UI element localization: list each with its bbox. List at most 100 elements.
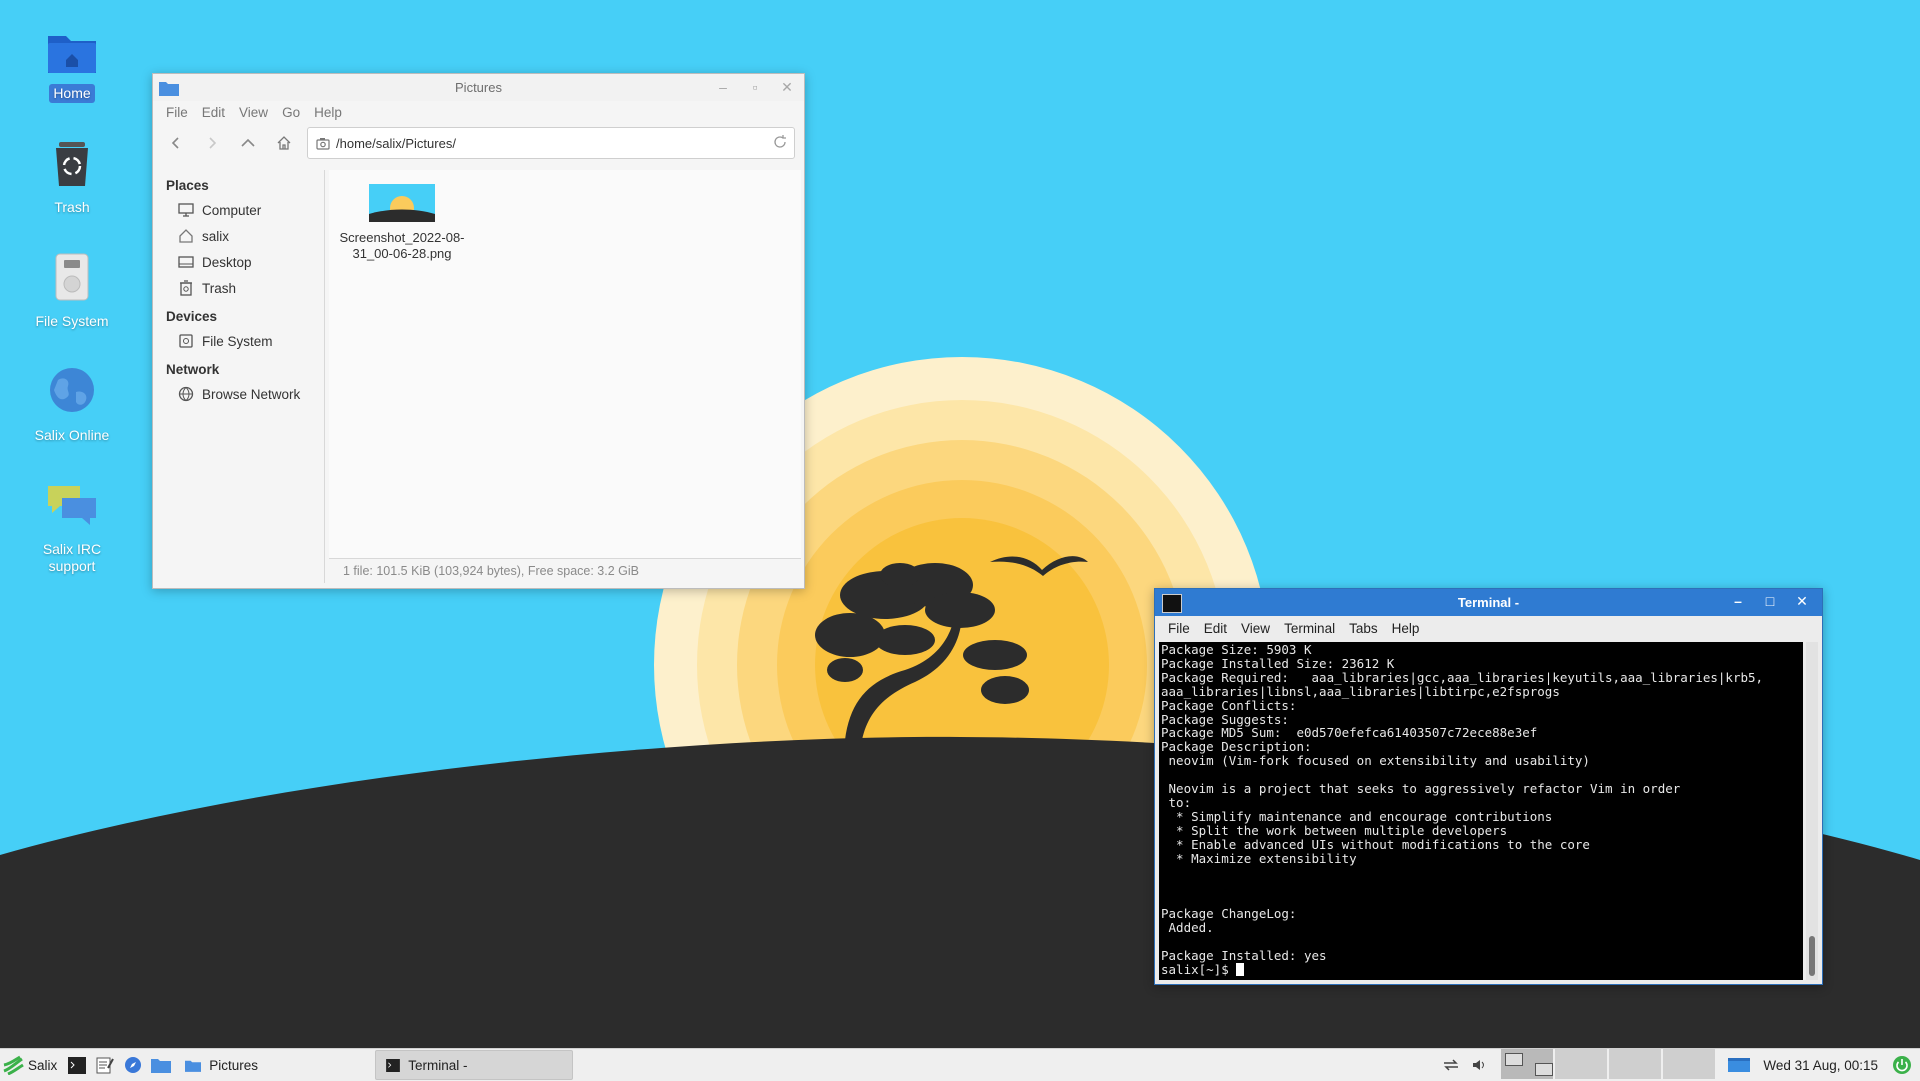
terminal-prompt: salix[~]$: [1161, 961, 1237, 977]
file-item[interactable]: Screenshot_2022-08- 31_00-06-28.png: [337, 184, 467, 262]
file-manager-window[interactable]: Pictures – ▫ ✕ File Edit View Go Help /h…: [152, 73, 805, 589]
minimize-button[interactable]: –: [714, 79, 732, 96]
desktop-icon-file-system[interactable]: File System: [17, 252, 127, 331]
image-thumbnail-icon: [369, 184, 435, 222]
network-header: Network: [166, 362, 220, 377]
task-pictures[interactable]: Pictures: [175, 1051, 375, 1079]
file-manager-titlebar[interactable]: Pictures – ▫ ✕: [153, 74, 804, 101]
start-menu-button[interactable]: Salix: [0, 1049, 63, 1081]
close-button[interactable]: ✕: [1792, 593, 1812, 610]
sidebar-item-label: Trash: [202, 280, 237, 296]
sidebar-item-label: File System: [202, 333, 273, 349]
menu-file[interactable]: File: [1161, 621, 1197, 636]
sidebar-item-label: salix: [202, 228, 230, 244]
clock[interactable]: Wed 31 Aug, 00:15: [1763, 1058, 1878, 1073]
camera-icon: [316, 137, 330, 150]
network-arrows-icon: [1444, 1059, 1459, 1071]
workspace-1[interactable]: [1501, 1049, 1554, 1079]
back-button[interactable]: [161, 128, 191, 158]
file-manager-toolbar: /home/salix/Pictures/: [153, 123, 804, 163]
terminal-menubar: File Edit View Terminal Tabs Help: [1155, 616, 1822, 640]
sidebar-item-label: Computer: [202, 202, 262, 218]
maximize-button[interactable]: □: [1760, 593, 1780, 610]
desktop-icon-label: File System: [35, 313, 109, 329]
file-view[interactable]: Screenshot_2022-08- 31_00-06-28.png: [329, 170, 801, 558]
globe-icon: [50, 368, 94, 412]
side-pane: Places Computer salix Desktop Trash Devi…: [158, 170, 325, 583]
show-desktop-button[interactable]: [1725, 1049, 1753, 1081]
sidebar-item-trash[interactable]: Trash: [158, 275, 324, 301]
desktop-icon-home[interactable]: Home: [17, 24, 127, 103]
file-name-line1: Screenshot_2022-08-: [339, 230, 465, 245]
show-desktop-icon: [1728, 1058, 1751, 1072]
sidebar-item-file-system[interactable]: File System: [158, 328, 324, 354]
volume-tray-icon[interactable]: [1465, 1049, 1493, 1081]
maximize-button[interactable]: ▫: [746, 79, 764, 96]
launcher-file-manager[interactable]: [147, 1049, 175, 1081]
sidebar-item-computer[interactable]: Computer: [158, 197, 324, 223]
launcher-text-editor[interactable]: [91, 1049, 119, 1081]
scrollbar-thumb[interactable]: [1809, 936, 1815, 976]
trash-icon: [56, 142, 88, 186]
task-label: Terminal -: [408, 1057, 468, 1073]
launcher-web-browser[interactable]: [119, 1049, 147, 1081]
close-button[interactable]: ✕: [778, 79, 796, 96]
menu-view[interactable]: View: [1234, 621, 1277, 636]
minimize-button[interactable]: –: [1728, 593, 1748, 610]
task-terminal[interactable]: Terminal -: [375, 1050, 574, 1080]
menu-terminal[interactable]: Terminal: [1277, 621, 1342, 636]
workspace-switcher: [1499, 1049, 1716, 1081]
menu-edit[interactable]: Edit: [195, 105, 232, 120]
terminal-titlebar[interactable]: Terminal - – □ ✕: [1155, 589, 1822, 616]
salix-logo-icon: [3, 1055, 24, 1075]
sidebar-item-label: Desktop: [202, 254, 252, 270]
desktop-icon-label: Home: [49, 84, 95, 103]
terminal-window[interactable]: Terminal - – □ ✕ File Edit View Terminal…: [1154, 588, 1823, 985]
menu-go[interactable]: Go: [275, 105, 307, 120]
menu-view[interactable]: View: [232, 105, 275, 120]
sidebar-item-label: Browse Network: [202, 386, 301, 402]
menu-help[interactable]: Help: [1385, 621, 1427, 636]
logout-button[interactable]: [1888, 1049, 1916, 1081]
menu-edit[interactable]: Edit: [1197, 621, 1234, 636]
task-label: Pictures: [209, 1057, 259, 1073]
location-bar[interactable]: /home/salix/Pictures/: [307, 127, 795, 159]
sidebar-item-salix[interactable]: salix: [158, 223, 324, 249]
terminal-screen[interactable]: Package Size: 5903 K Package Installed S…: [1159, 642, 1803, 980]
location-path: /home/salix/Pictures/: [336, 135, 456, 151]
window-title: Pictures: [455, 80, 502, 95]
workspace-2[interactable]: [1555, 1049, 1608, 1079]
reload-icon[interactable]: [772, 134, 788, 150]
workspace-4[interactable]: [1663, 1049, 1716, 1079]
desktop-icon-salix-online[interactable]: Salix Online: [17, 366, 127, 445]
desktop-icon-label: Salix IRC support: [42, 541, 102, 574]
file-name-line2: 31_00-06-28.png: [352, 246, 452, 261]
monitor-icon: [178, 203, 194, 217]
menu-help[interactable]: Help: [307, 105, 349, 120]
desktop-icon-label: Trash: [54, 199, 90, 215]
terminal-output: Package Size: 5903 K Package Installed S…: [1161, 642, 1764, 963]
desktop-icon-salix-irc[interactable]: Salix IRC support: [17, 480, 127, 576]
launcher-terminal[interactable]: [63, 1049, 91, 1081]
trash-icon: [180, 280, 192, 296]
folder-icon: [151, 1059, 172, 1073]
forward-button[interactable]: [197, 128, 227, 158]
menu-file[interactable]: File: [159, 105, 195, 120]
browser-compass-icon: [125, 1057, 142, 1073]
terminal-icon: [68, 1056, 87, 1074]
taskbar: Salix Pictures Terminal - Wed 31 Aug, 00: [0, 1048, 1920, 1081]
sidebar-item-browse-network[interactable]: Browse Network: [158, 381, 324, 407]
terminal-scrollbar[interactable]: [1806, 642, 1818, 980]
workspace-3[interactable]: [1609, 1049, 1662, 1079]
network-tray-icon[interactable]: [1437, 1049, 1465, 1081]
sidebar-item-desktop[interactable]: Desktop: [158, 249, 324, 275]
desktop-icon-trash[interactable]: Trash: [17, 138, 127, 217]
file-manager-menubar: File Edit View Go Help: [153, 101, 804, 123]
places-header: Places: [166, 178, 209, 193]
start-menu-label: Salix: [28, 1057, 58, 1073]
window-title: Terminal -: [1457, 595, 1520, 610]
up-button[interactable]: [233, 128, 263, 158]
menu-tabs[interactable]: Tabs: [1342, 621, 1385, 636]
home-button[interactable]: [269, 128, 299, 158]
chat-bubbles-icon: [48, 486, 96, 525]
